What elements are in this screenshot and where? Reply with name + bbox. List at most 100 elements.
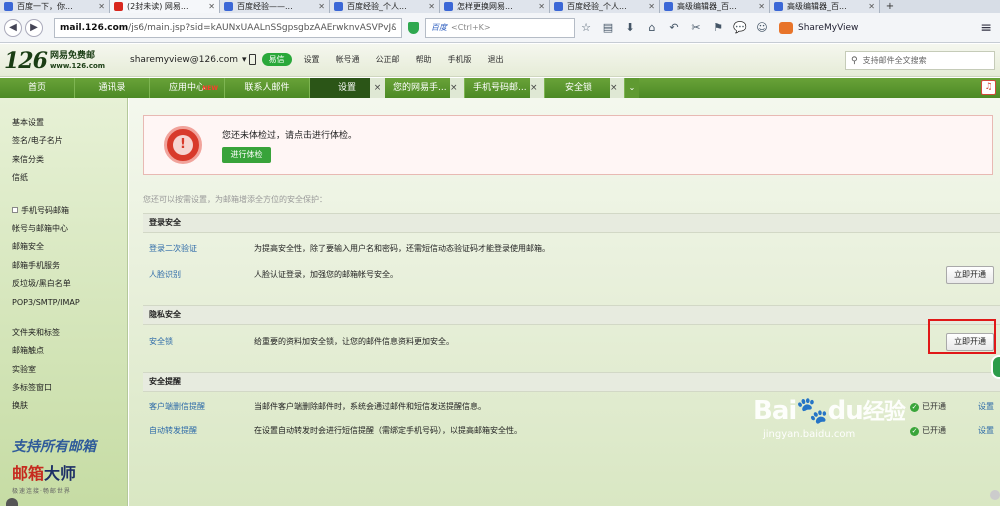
sidebar-item-mobile-service[interactable]: 邮箱手机服务 bbox=[0, 257, 127, 275]
floating-side-button[interactable] bbox=[991, 355, 1000, 379]
run-checkup-button[interactable]: 进行体检 bbox=[222, 147, 271, 163]
sidebar-item-pop3[interactable]: POP3/SMTP/IMAP bbox=[0, 294, 127, 312]
forward-button[interactable]: ▶ bbox=[25, 18, 43, 37]
sidebar-item-phone-mail[interactable]: 手机号码邮箱 bbox=[0, 202, 127, 220]
tab-phone-mail[interactable]: 手机号码邮... × bbox=[465, 78, 545, 98]
close-icon[interactable]: ✕ bbox=[538, 2, 545, 11]
close-icon[interactable]: ✕ bbox=[648, 2, 655, 11]
close-icon[interactable]: × bbox=[610, 78, 624, 98]
tab-security-lock[interactable]: 安全锁 × bbox=[545, 78, 625, 98]
browser-tab-label: (2封未读) 网易... bbox=[127, 2, 189, 11]
promo-line-2a: 邮箱 bbox=[12, 464, 45, 483]
browser-tab[interactable]: 百度经验——... ✕ bbox=[220, 0, 330, 13]
url-bar[interactable]: mail.126.com /js6/main.jsp?sid=kAUNxUAAL… bbox=[54, 17, 402, 38]
close-icon[interactable]: ✕ bbox=[98, 2, 105, 11]
mail-master-promo[interactable]: 支持所有邮箱 邮箱大师 极速连接·畅邮世界 bbox=[12, 436, 96, 495]
sidebar-item-touchpoint[interactable]: 邮箱触点 bbox=[0, 342, 127, 360]
settings-link[interactable]: 设置 bbox=[978, 419, 994, 443]
setting-row: 人脸识别 人脸认证登录，加强您的邮箱帐号安全。 立即开通 bbox=[143, 263, 1000, 287]
mail-logo[interactable]: 126 网易免费邮 www.126.com bbox=[4, 48, 105, 74]
browser-tab[interactable]: 百度经验_个人... ✕ bbox=[330, 0, 440, 13]
sidebar-item-account-center[interactable]: 帐号与邮箱中心 bbox=[0, 220, 127, 238]
security-shield-icon[interactable] bbox=[408, 21, 419, 34]
sidebar-item-signature[interactable]: 签名/电子名片 bbox=[0, 132, 127, 150]
browser-tab-active[interactable]: (2封未读) 网易... ✕ bbox=[110, 0, 220, 13]
settings-link[interactable]: 设置 bbox=[978, 395, 994, 419]
tab-phone[interactable]: 您的网易手... × bbox=[385, 78, 465, 98]
sidebar-item-basic[interactable]: 基本设置 bbox=[0, 114, 127, 132]
enabled-status: ✓ 已开通 bbox=[910, 419, 946, 443]
tab-label: 您的网易手... bbox=[393, 83, 447, 93]
close-icon[interactable]: ✕ bbox=[318, 2, 325, 11]
face-recognition-link[interactable]: 人脸识别 bbox=[149, 263, 181, 287]
sidebar-item-lab[interactable]: 实验室 bbox=[0, 361, 127, 379]
browser-tab[interactable]: 怎样更换网易... ✕ bbox=[440, 0, 550, 13]
profile-avatar-icon bbox=[779, 21, 793, 34]
tab-app-center[interactable]: 应用中心 NEW bbox=[150, 78, 225, 98]
bookmark-icon[interactable]: ⚑ bbox=[707, 17, 729, 39]
sidebar-item-folders[interactable]: 文件夹和标签 bbox=[0, 324, 127, 342]
download-icon[interactable]: ⬇ bbox=[619, 17, 641, 39]
account-dropdown-icon[interactable]: ▾ bbox=[242, 55, 247, 65]
header-link-settings[interactable]: 设置 bbox=[304, 54, 320, 65]
tab-contact-mail[interactable]: 联系人邮件 bbox=[225, 78, 310, 98]
two-step-link[interactable]: 登录二次验证 bbox=[149, 237, 197, 261]
watermark-brand: Bai bbox=[753, 396, 797, 426]
back-button[interactable]: ◀ bbox=[4, 18, 22, 37]
user-icon[interactable]: ☺ bbox=[751, 17, 773, 39]
yixin-button[interactable]: 易信 bbox=[261, 53, 292, 66]
tab-settings[interactable]: 设置 × bbox=[310, 78, 385, 98]
scroll-indicator[interactable] bbox=[990, 490, 1000, 500]
close-icon[interactable]: ✕ bbox=[428, 2, 435, 11]
chat-icon[interactable]: 💬 bbox=[729, 17, 751, 39]
client-delete-alert-link[interactable]: 客户端删信提醒 bbox=[149, 395, 205, 419]
sidebar-item-filter[interactable]: 来信分类 bbox=[0, 151, 127, 169]
close-icon[interactable]: × bbox=[370, 78, 385, 98]
reading-list-icon[interactable]: ▤ bbox=[597, 17, 619, 39]
sidebar-item-stationery[interactable]: 信纸 bbox=[0, 169, 127, 187]
close-icon[interactable]: ✕ bbox=[758, 2, 765, 11]
sidebar-item-multitab[interactable]: 多标签窗口 bbox=[0, 379, 127, 397]
header-link-mobile[interactable]: 手机版 bbox=[448, 54, 472, 65]
browser-tab[interactable]: 百度一下，你... ✕ bbox=[0, 0, 110, 13]
close-icon[interactable]: × bbox=[530, 78, 544, 98]
mail-search-input[interactable]: ⚲ 支持邮件全文搜索 bbox=[845, 51, 995, 70]
status-label: 已开通 bbox=[922, 426, 946, 435]
header-link-notary[interactable]: 公正邮 bbox=[376, 54, 400, 65]
browser-tab[interactable]: 高级编辑器_百... ✕ bbox=[660, 0, 770, 13]
tab-home[interactable]: 首页 bbox=[0, 78, 75, 98]
close-icon[interactable]: × bbox=[450, 78, 464, 98]
browser-tab[interactable]: 百度经验_个人... ✕ bbox=[550, 0, 660, 13]
header-link-help[interactable]: 帮助 bbox=[416, 54, 432, 65]
browser-search-box[interactable]: 百度 <Ctrl+K> bbox=[425, 17, 575, 38]
star-icon[interactable]: ☆ bbox=[575, 17, 597, 39]
enable-face-button[interactable]: 立即开通 bbox=[946, 266, 994, 284]
browser-profile[interactable]: ShareMyView bbox=[779, 21, 858, 34]
browser-tab-label: 百度一下，你... bbox=[17, 2, 73, 11]
header-link-logout[interactable]: 退出 bbox=[488, 54, 504, 65]
search-engine-label: 百度 bbox=[431, 23, 447, 32]
sidebar-item-antispam[interactable]: 反垃圾/黑白名单 bbox=[0, 275, 127, 293]
close-icon[interactable]: ✕ bbox=[208, 2, 215, 11]
url-path: /js6/main.jsp?sid=kAUNxUAALnSSgpsgbzAAEr… bbox=[128, 22, 396, 33]
tab-contacts[interactable]: 通讯录 bbox=[75, 78, 150, 98]
undo-icon[interactable]: ↶ bbox=[663, 17, 685, 39]
browser-tab[interactable]: 高级编辑器_百... ✕ bbox=[770, 0, 880, 13]
security-lock-link[interactable]: 安全锁 bbox=[149, 330, 173, 354]
sidebar-item-skin[interactable]: 换肤 bbox=[0, 397, 127, 415]
logo-number: 126 bbox=[4, 48, 48, 74]
watermark-brand-end: du bbox=[827, 396, 864, 426]
forward-alert-link[interactable]: 自动转发提醒 bbox=[149, 419, 197, 443]
music-icon[interactable]: ♫ bbox=[981, 80, 996, 95]
header-link-account[interactable]: 帐号通 bbox=[336, 54, 360, 65]
chevron-down-icon[interactable]: ⌄ bbox=[625, 78, 639, 98]
new-tab-button[interactable]: + bbox=[880, 0, 900, 13]
close-icon[interactable]: ✕ bbox=[868, 2, 875, 11]
home-icon[interactable]: ⌂ bbox=[641, 17, 663, 39]
account-email[interactable]: sharemyview@126.com bbox=[130, 55, 238, 65]
browser-toolbar: ◀ ▶ mail.126.com /js6/main.jsp?sid=kAUNx… bbox=[0, 13, 1000, 43]
hamburger-menu-icon[interactable]: ≡ bbox=[980, 20, 996, 36]
cut-icon[interactable]: ✂ bbox=[685, 17, 707, 39]
sidebar-item-security[interactable]: 邮箱安全 bbox=[0, 238, 127, 256]
phone-icon[interactable] bbox=[248, 54, 256, 65]
